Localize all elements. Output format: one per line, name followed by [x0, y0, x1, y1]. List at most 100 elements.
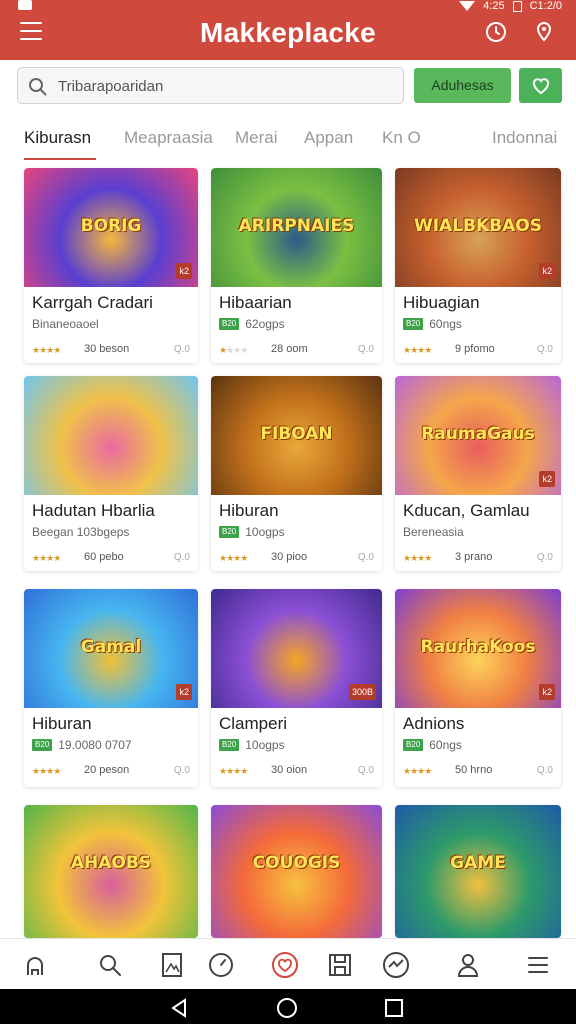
product-card[interactable]: GAME	[395, 805, 561, 938]
product-title: Adnions	[403, 714, 465, 733]
heart-icon	[272, 952, 298, 978]
product-meta: Q.0	[536, 552, 553, 563]
product-title: Kducan, Gamlau	[403, 501, 530, 520]
product-subtitle: B20 19.0080 0707	[32, 738, 132, 752]
product-card[interactable]: Gamal k2 Hiburan B20 19.0080 0707 ★★★★ 20 peso…	[24, 589, 198, 787]
tab-merai[interactable]: Merai	[235, 128, 278, 148]
product-card[interactable]: 300B Clamperi B20 10ogps ★★★★ 30 oion Q.0	[211, 589, 382, 787]
nav-search[interactable]	[95, 951, 125, 979]
thumbnail-caption: WIALBKBAOS	[413, 216, 542, 236]
product-price: 30 pioo	[271, 551, 308, 563]
chart-icon	[383, 952, 409, 978]
rating-stars: ★★★★	[32, 553, 61, 564]
product-thumbnail: 300B	[211, 589, 382, 708]
product-card[interactable]: BORIG k2 Karrgah Cradari Binaneoaoel ★★★★ 30 …	[24, 168, 198, 363]
search-input[interactable]: Tribarapoaridan	[17, 67, 404, 104]
tab-kiburasn[interactable]: Kiburasn	[24, 128, 91, 148]
favorites-button[interactable]	[519, 68, 562, 103]
nav-favorites[interactable]	[270, 951, 300, 979]
thumbnail-caption: AHAOBS	[70, 853, 152, 873]
status-badge: B20	[219, 526, 240, 538]
product-subtitle-text: Beegan 103bgeps	[32, 525, 130, 539]
status-badge: B20	[219, 739, 240, 751]
thumbnail-badge: 300B	[348, 684, 376, 700]
star-icon: ★	[53, 553, 61, 563]
product-title: Hiburan	[32, 714, 92, 733]
compass-icon	[209, 953, 233, 977]
thumbnail-caption: RaumaGaus	[421, 424, 535, 444]
back-icon[interactable]	[168, 997, 190, 1019]
product-title: Hibuagian	[403, 293, 480, 312]
product-subtitle-text: 60ngs	[429, 317, 462, 331]
product-thumbnail: RaurhaKoos k2	[395, 589, 561, 708]
product-price: 60 pebo	[84, 551, 124, 563]
product-subtitle: B20 62ogps	[219, 317, 285, 331]
star-icon: ★	[240, 345, 248, 355]
product-subtitle: Bereneasia	[403, 525, 464, 539]
product-price: 30 beson	[84, 343, 130, 355]
product-subtitle-text: 10ogps	[245, 525, 285, 539]
product-card[interactable]: COUOGIS	[211, 805, 382, 938]
product-subtitle-text: 60ngs	[429, 738, 462, 752]
star-icon: ★	[424, 553, 432, 563]
bottom-navigation	[0, 938, 576, 989]
app-header: 4:25 C1:2/0 Makkeplacke	[0, 0, 576, 60]
nav-bookmarks[interactable]	[157, 951, 187, 979]
product-card[interactable]: RaurhaKoos k2 Adnions B20 60ngs ★★★★ 50 hrno Q.…	[395, 589, 561, 787]
thumbnail-badge: k2	[176, 263, 192, 279]
rating-stars: ★★★★	[219, 766, 248, 777]
product-meta: Q.0	[357, 344, 374, 355]
product-price: 50 hrno	[455, 764, 493, 776]
product-card[interactable]: Hadutan Hbarlia Beegan 103bgeps ★★★★ 60 peb…	[24, 376, 198, 571]
tab-meapraasia[interactable]: Meapraasia	[124, 128, 213, 148]
product-card[interactable]: WIALBKBAOS k2 Hibuagian B20 60ngs ★★★★ 9 pfomo…	[395, 168, 561, 363]
product-card[interactable]: RaumaGaus k2 Kducan, Gamlau Bereneasia ★★★★ 3…	[395, 376, 561, 571]
search-placeholder: Tribarapoaridan	[58, 78, 164, 95]
rating-stars: ★★★★	[32, 766, 61, 777]
nav-saved[interactable]	[325, 951, 355, 979]
product-title: Hibaarian	[219, 293, 292, 312]
product-thumbnail: ARIRPNAIES	[211, 168, 382, 287]
status-badge: B20	[219, 318, 240, 330]
tab-indonnai[interactable]: Indonnai	[492, 128, 557, 148]
thumbnail-caption: Gamal	[80, 637, 142, 657]
home-circle-icon[interactable]	[276, 997, 298, 1019]
status-badge: B20	[403, 318, 424, 330]
search-icon	[29, 78, 47, 96]
recents-icon[interactable]	[383, 997, 405, 1019]
product-card[interactable]: AHAOBS	[24, 805, 198, 938]
location-pin-icon[interactable]	[532, 20, 556, 44]
filter-button[interactable]: Aduhesas	[414, 68, 511, 103]
nav-more[interactable]	[523, 951, 553, 979]
product-subtitle: B20 10ogps	[219, 738, 285, 752]
nav-home[interactable]	[20, 951, 50, 979]
nav-activity[interactable]	[381, 951, 411, 979]
thumbnail-caption: COUOGIS	[252, 853, 341, 873]
rating-stars: ★★★★	[403, 345, 432, 356]
thumbnail-caption: RaurhaKoos	[420, 637, 536, 657]
rating-stars: ★★★★	[403, 553, 432, 564]
product-meta: Q.0	[536, 344, 553, 355]
thumbnail-caption: FIBOAN	[260, 424, 333, 444]
nav-explore[interactable]	[206, 951, 236, 979]
product-thumbnail: BORIG k2	[24, 168, 198, 287]
tab-appan[interactable]: Appan	[304, 128, 353, 148]
product-title: Hadutan Hbarlia	[32, 501, 155, 520]
search-icon	[100, 955, 121, 976]
product-subtitle: Beegan 103bgeps	[32, 525, 129, 539]
clock-icon[interactable]	[484, 20, 508, 44]
product-thumbnail	[24, 376, 198, 495]
product-card[interactable]: FIBOAN Hiburan B20 10ogps ★★★★ 30 pioo Q.0	[211, 376, 382, 571]
nav-profile[interactable]	[453, 951, 483, 979]
product-thumbnail: AHAOBS	[24, 805, 198, 938]
product-card[interactable]: ARIRPNAIES Hibaarian B20 62ogps ★★★★ 28 oom Q.…	[211, 168, 382, 363]
star-icon: ★	[424, 345, 432, 355]
product-thumbnail: RaumaGaus k2	[395, 376, 561, 495]
thumbnail-badge: k2	[539, 471, 555, 487]
product-subtitle: B20 60ngs	[403, 317, 462, 331]
star-icon: ★	[53, 345, 61, 355]
menu-icon	[528, 957, 548, 973]
product-subtitle-text: 19.0080 0707	[58, 738, 132, 752]
tab-kn-o[interactable]: Kn O	[382, 128, 421, 148]
star-icon: ★	[424, 766, 432, 776]
